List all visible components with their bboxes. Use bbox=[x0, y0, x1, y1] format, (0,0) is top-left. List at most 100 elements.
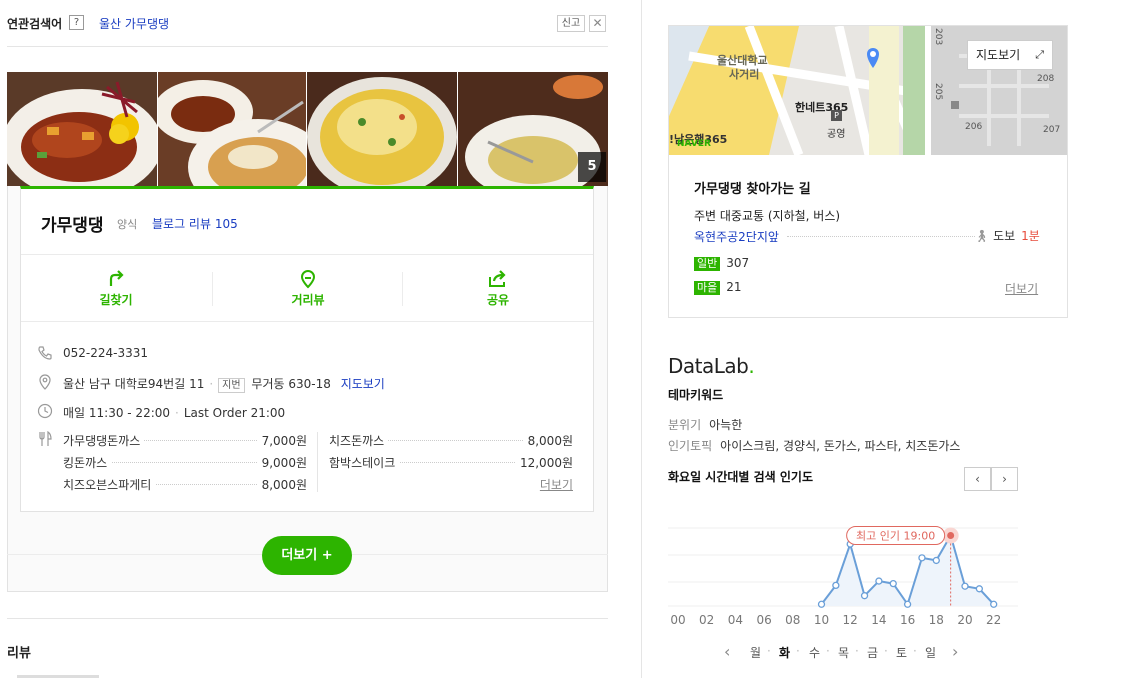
action-label: 거리뷰 bbox=[291, 293, 325, 307]
day-fri[interactable]: 금 bbox=[867, 644, 878, 661]
directions-button[interactable]: 길찾기 bbox=[21, 269, 211, 309]
help-icon[interactable]: ? bbox=[69, 15, 84, 30]
more-button-label: 더보기 bbox=[281, 548, 318, 563]
divider bbox=[317, 432, 318, 492]
day-tue[interactable]: 화 bbox=[779, 644, 790, 661]
menu-more-link[interactable]: 더보기 bbox=[540, 476, 573, 493]
street-view-button[interactable]: 거리뷰 bbox=[213, 269, 403, 309]
day-sat[interactable]: 토 bbox=[896, 644, 907, 661]
chevron-right-icon[interactable]: › bbox=[952, 642, 958, 661]
menu-price: 12,000원 bbox=[515, 454, 573, 471]
place-category: 양식 bbox=[117, 218, 138, 231]
prev-day-button[interactable]: ‹ bbox=[964, 467, 991, 491]
data-point bbox=[860, 592, 869, 600]
map-label: 사거리 bbox=[729, 68, 760, 81]
map-view-button[interactable]: 지도보기 ⤢ bbox=[967, 40, 1053, 70]
bus-route[interactable]: 마을 21 bbox=[694, 280, 742, 295]
datalab-logo: DataLab. bbox=[668, 354, 755, 378]
menu-item: 킹돈까스 9,000원 bbox=[63, 454, 307, 472]
data-point bbox=[875, 577, 883, 585]
peak-annotation: 최고 인기 19:00 bbox=[856, 529, 935, 542]
naver-logo: NAVER bbox=[677, 139, 711, 149]
day-thu[interactable]: 목 bbox=[838, 644, 849, 661]
photo-thumbnail[interactable] bbox=[7, 72, 157, 202]
parking-icon: P bbox=[831, 110, 842, 121]
map-label: 공영 bbox=[827, 129, 846, 140]
jibun-address: 무거동 630-18 bbox=[251, 377, 331, 391]
jibun-tag: 지번 bbox=[218, 378, 245, 393]
report-button[interactable]: 신고 bbox=[557, 15, 585, 32]
share-button[interactable]: 공유 bbox=[403, 269, 593, 309]
action-label: 공유 bbox=[486, 293, 510, 307]
day-wed[interactable]: 수 bbox=[809, 644, 820, 661]
menu-item: 치즈돈까스 8,000원 bbox=[329, 432, 573, 450]
data-point bbox=[947, 531, 955, 539]
data-point bbox=[975, 585, 984, 593]
related-search-bar: 연관검색어 ? 울산 가무댕댕 신고 ✕ bbox=[7, 12, 608, 36]
road-address: 울산 남구 대학로94번길 11 bbox=[63, 377, 205, 391]
photo-thumbnail[interactable]: 5 bbox=[458, 72, 608, 202]
walk-label: 도보 bbox=[993, 229, 1016, 243]
phone-number[interactable]: 052-224-3331 bbox=[63, 346, 148, 360]
dotted-leader bbox=[787, 236, 975, 237]
directions-more-link[interactable]: 더보기 bbox=[1005, 280, 1038, 297]
data-point bbox=[817, 600, 826, 608]
x-tick-label: 00 bbox=[670, 613, 685, 627]
data-point bbox=[889, 579, 897, 588]
phone-icon bbox=[37, 345, 53, 361]
divider bbox=[21, 254, 593, 255]
popularity-chart-svg: 최고 인기 19:00 00 02 04 06 08 10 12 14 16 18 20 22 bbox=[668, 525, 1018, 627]
more-button[interactable]: 더보기 + bbox=[262, 536, 352, 575]
menu-item: 가무댕댕돈까스 7,000원 bbox=[63, 432, 307, 450]
expand-icon: ⤢ bbox=[1035, 48, 1044, 61]
transit-subtitle: 주변 대중교통 (지하철, 버스) bbox=[694, 209, 841, 223]
photo-thumbnail[interactable] bbox=[307, 72, 457, 202]
menu-item: 함박스테이크 12,000원 bbox=[329, 454, 573, 472]
place-name[interactable]: 가무댕댕 bbox=[41, 211, 104, 236]
column-divider bbox=[641, 0, 642, 678]
map-label: 205 bbox=[933, 83, 943, 101]
walk-time: 🚶︎ 도보 1분 bbox=[974, 227, 1040, 244]
map-view-link[interactable]: 지도보기 bbox=[341, 377, 385, 391]
menu-price: 9,000원 bbox=[257, 454, 307, 471]
map-directions-box: 울산대학교 사거리 한네트365 P 공영 !남은행365 NAVER 203 … bbox=[668, 25, 1068, 318]
location-icon bbox=[37, 374, 53, 390]
chevron-left-icon[interactable]: ‹ bbox=[724, 642, 730, 661]
x-tick-label: 10 bbox=[814, 613, 829, 627]
directions-icon bbox=[21, 269, 211, 289]
fork-knife-icon bbox=[37, 430, 53, 447]
menu-name: 함박스테이크 bbox=[329, 454, 400, 471]
popularity-chart: 최고 인기 19:00 00 02 04 06 08 10 12 14 16 18 20 22 bbox=[668, 512, 1020, 632]
related-search-title: 연관검색어 bbox=[7, 17, 63, 31]
map-view[interactable]: 울산대학교 사거리 한네트365 P 공영 !남은행365 NAVER 203 … bbox=[669, 26, 1067, 155]
mood-row: 분위기 아늑한 bbox=[668, 416, 742, 433]
x-tick-label: 22 bbox=[986, 613, 1001, 627]
next-day-button[interactable]: › bbox=[991, 467, 1018, 491]
day-mon[interactable]: 월 bbox=[750, 644, 761, 661]
close-icon[interactable]: ✕ bbox=[589, 15, 606, 32]
topic-row: 인기토픽 아이스크림, 경양식, 돈가스, 파스타, 치즈돈가스 bbox=[668, 437, 960, 454]
day-sun[interactable]: 일 bbox=[925, 644, 936, 661]
x-tick-label: 08 bbox=[785, 613, 800, 627]
blog-review-link[interactable]: 블로그 리뷰 105 bbox=[152, 215, 238, 232]
menu-price: 8,000원 bbox=[257, 476, 307, 493]
photo-thumbnail[interactable] bbox=[158, 72, 306, 202]
plus-icon: + bbox=[317, 548, 333, 563]
menu-item: 치즈오븐스파게티 8,000원 bbox=[63, 476, 307, 494]
divider bbox=[21, 321, 593, 322]
photo-count-badge[interactable]: 5 bbox=[578, 152, 606, 182]
review-section-title: 리뷰 bbox=[7, 646, 31, 661]
topic-label: 인기토픽 bbox=[668, 439, 713, 453]
action-label: 길찾기 bbox=[99, 293, 133, 307]
divider bbox=[7, 46, 608, 47]
topic-value: 아이스크림, 경양식, 돈가스, 파스타, 치즈돈가스 bbox=[720, 439, 961, 453]
map-label: 203 bbox=[933, 28, 943, 46]
bus-route[interactable]: 일반 307 bbox=[694, 256, 749, 271]
data-point bbox=[961, 582, 969, 590]
menu-name: 치즈돈까스 bbox=[329, 432, 389, 449]
related-keyword-link[interactable]: 울산 가무댕댕 bbox=[99, 15, 169, 32]
mood-label: 분위기 bbox=[668, 418, 702, 432]
map-label: 208 bbox=[1037, 74, 1055, 84]
bus-stop-name[interactable]: 옥현주공2단지앞 bbox=[694, 228, 779, 245]
data-point bbox=[903, 600, 912, 608]
